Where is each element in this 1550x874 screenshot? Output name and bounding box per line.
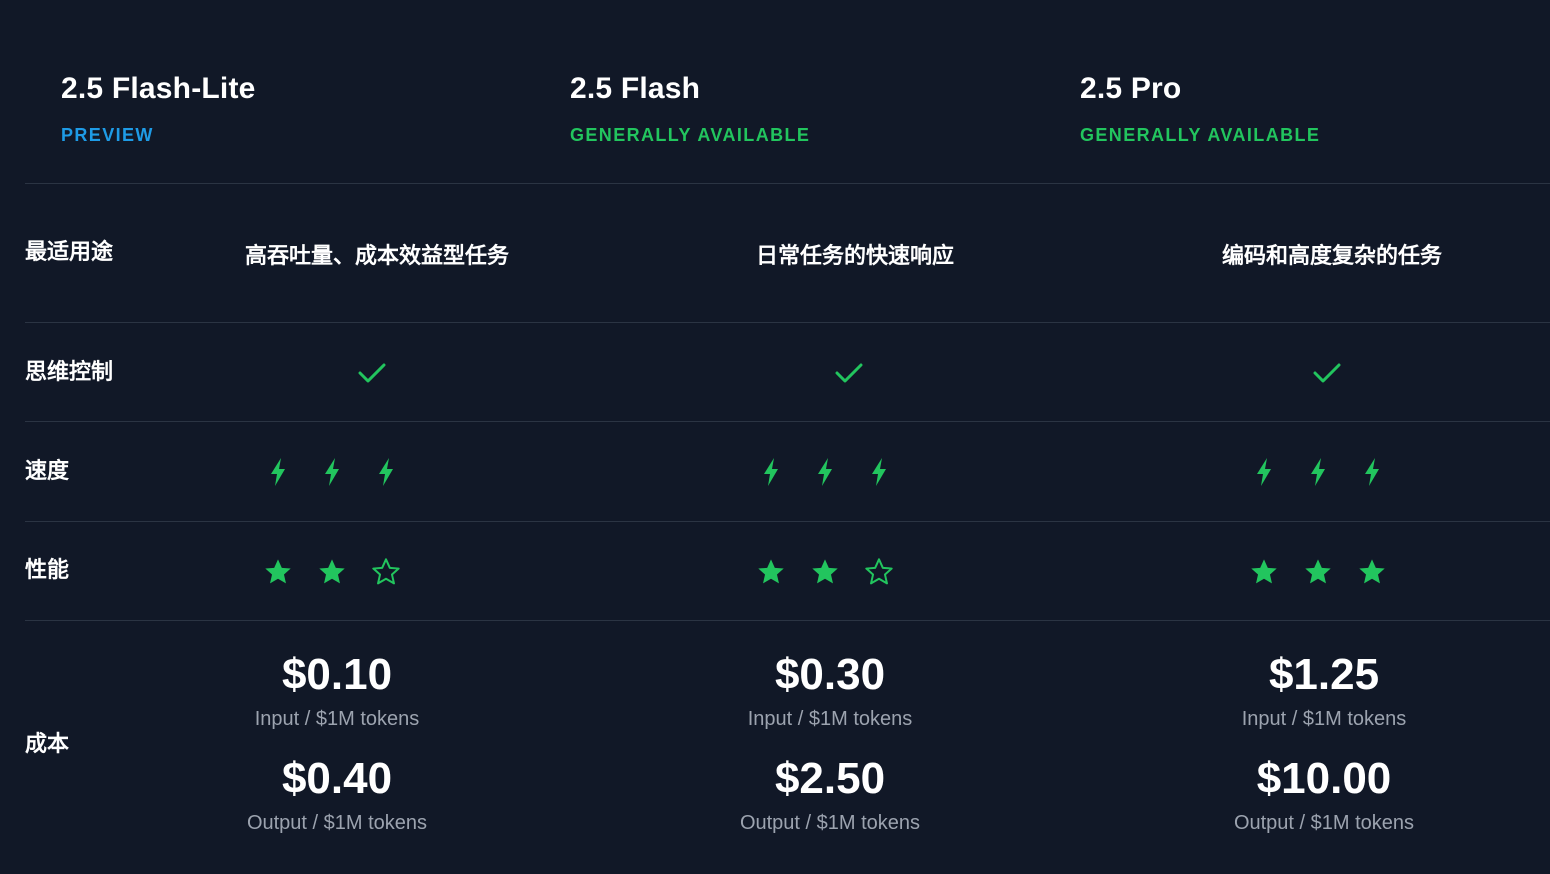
star-filled-icon <box>319 559 345 584</box>
lightning-icon <box>1365 458 1379 486</box>
row-label-best-use: 最适用途 <box>25 239 114 264</box>
model-name: 2.5 Flash-Lite <box>61 72 256 105</box>
lightning-icon <box>325 458 339 486</box>
best-use-flash-lite: 高吞吐量、成本效益型任务 <box>244 243 510 268</box>
star-filled-icon <box>758 559 784 584</box>
performance-rating-flash-lite <box>264 556 401 588</box>
star-outline-icon <box>865 558 893 585</box>
lightning-icon <box>1311 458 1325 486</box>
output-price-note: Output / $1M tokens <box>246 812 428 834</box>
status-badge: PREVIEW <box>61 125 154 145</box>
lightning-icon <box>379 458 393 486</box>
star-outline-icon <box>372 558 400 585</box>
output-price: $10.00 <box>1256 754 1392 803</box>
model-header-flash: 2.5 Flash GENERALLY AVAILABLE <box>570 70 810 146</box>
row-divider <box>25 322 1550 323</box>
lightning-icon <box>818 458 832 486</box>
row-divider <box>25 521 1550 522</box>
check-icon <box>834 360 864 386</box>
model-name: 2.5 Flash <box>570 72 701 105</box>
star-filled-icon <box>812 559 838 584</box>
input-price-note: Input / $1M tokens <box>1241 708 1407 730</box>
lightning-icon <box>764 458 778 486</box>
model-name: 2.5 Pro <box>1080 72 1182 105</box>
model-header-pro: 2.5 Pro GENERALLY AVAILABLE <box>1080 70 1320 146</box>
cost-flash: $0.30 Input / $1M tokens $2.50 Output / … <box>670 650 990 836</box>
speed-rating-flash-lite <box>264 456 401 488</box>
star-filled-icon <box>265 559 291 584</box>
status-badge: GENERALLY AVAILABLE <box>1080 125 1321 145</box>
input-price: $0.30 <box>774 650 886 699</box>
row-label-performance: 性能 <box>25 557 70 582</box>
output-price: $2.50 <box>774 754 886 803</box>
input-price: $1.25 <box>1268 650 1380 699</box>
lightning-icon <box>872 458 886 486</box>
performance-rating-pro <box>1250 556 1387 588</box>
best-use-pro: 编码和高度复杂的任务 <box>1221 243 1443 268</box>
speed-rating-pro <box>1250 456 1387 488</box>
cost-flash-lite: $0.10 Input / $1M tokens $0.40 Output / … <box>177 650 497 836</box>
lightning-icon <box>1257 458 1271 486</box>
model-header-flash-lite: 2.5 Flash-Lite PREVIEW <box>61 70 256 146</box>
lightning-icon <box>271 458 285 486</box>
row-label-cost: 成本 <box>25 731 70 756</box>
cost-pro: $1.25 Input / $1M tokens $10.00 Output /… <box>1164 650 1484 836</box>
star-filled-icon <box>1359 559 1385 584</box>
performance-rating-flash <box>757 556 894 588</box>
input-price-note: Input / $1M tokens <box>254 708 420 730</box>
best-use-flash: 日常任务的快速响应 <box>755 243 955 268</box>
row-label-speed: 速度 <box>25 458 70 483</box>
status-badge: GENERALLY AVAILABLE <box>570 125 811 145</box>
check-icon <box>1312 360 1342 386</box>
output-price: $0.40 <box>281 754 393 803</box>
row-label-thinking-control: 思维控制 <box>25 359 114 384</box>
output-price-note: Output / $1M tokens <box>739 812 921 834</box>
output-price-note: Output / $1M tokens <box>1233 812 1415 834</box>
row-divider <box>25 421 1550 422</box>
input-price: $0.10 <box>281 650 393 699</box>
row-divider <box>25 183 1550 184</box>
input-price-note: Input / $1M tokens <box>747 708 913 730</box>
speed-rating-flash <box>757 456 894 488</box>
model-comparison-table: 2.5 Flash-Lite PREVIEW 2.5 Flash GENERAL… <box>0 0 1550 874</box>
star-filled-icon <box>1251 559 1277 584</box>
check-icon <box>357 360 387 386</box>
row-divider <box>25 620 1550 621</box>
star-filled-icon <box>1305 559 1331 584</box>
